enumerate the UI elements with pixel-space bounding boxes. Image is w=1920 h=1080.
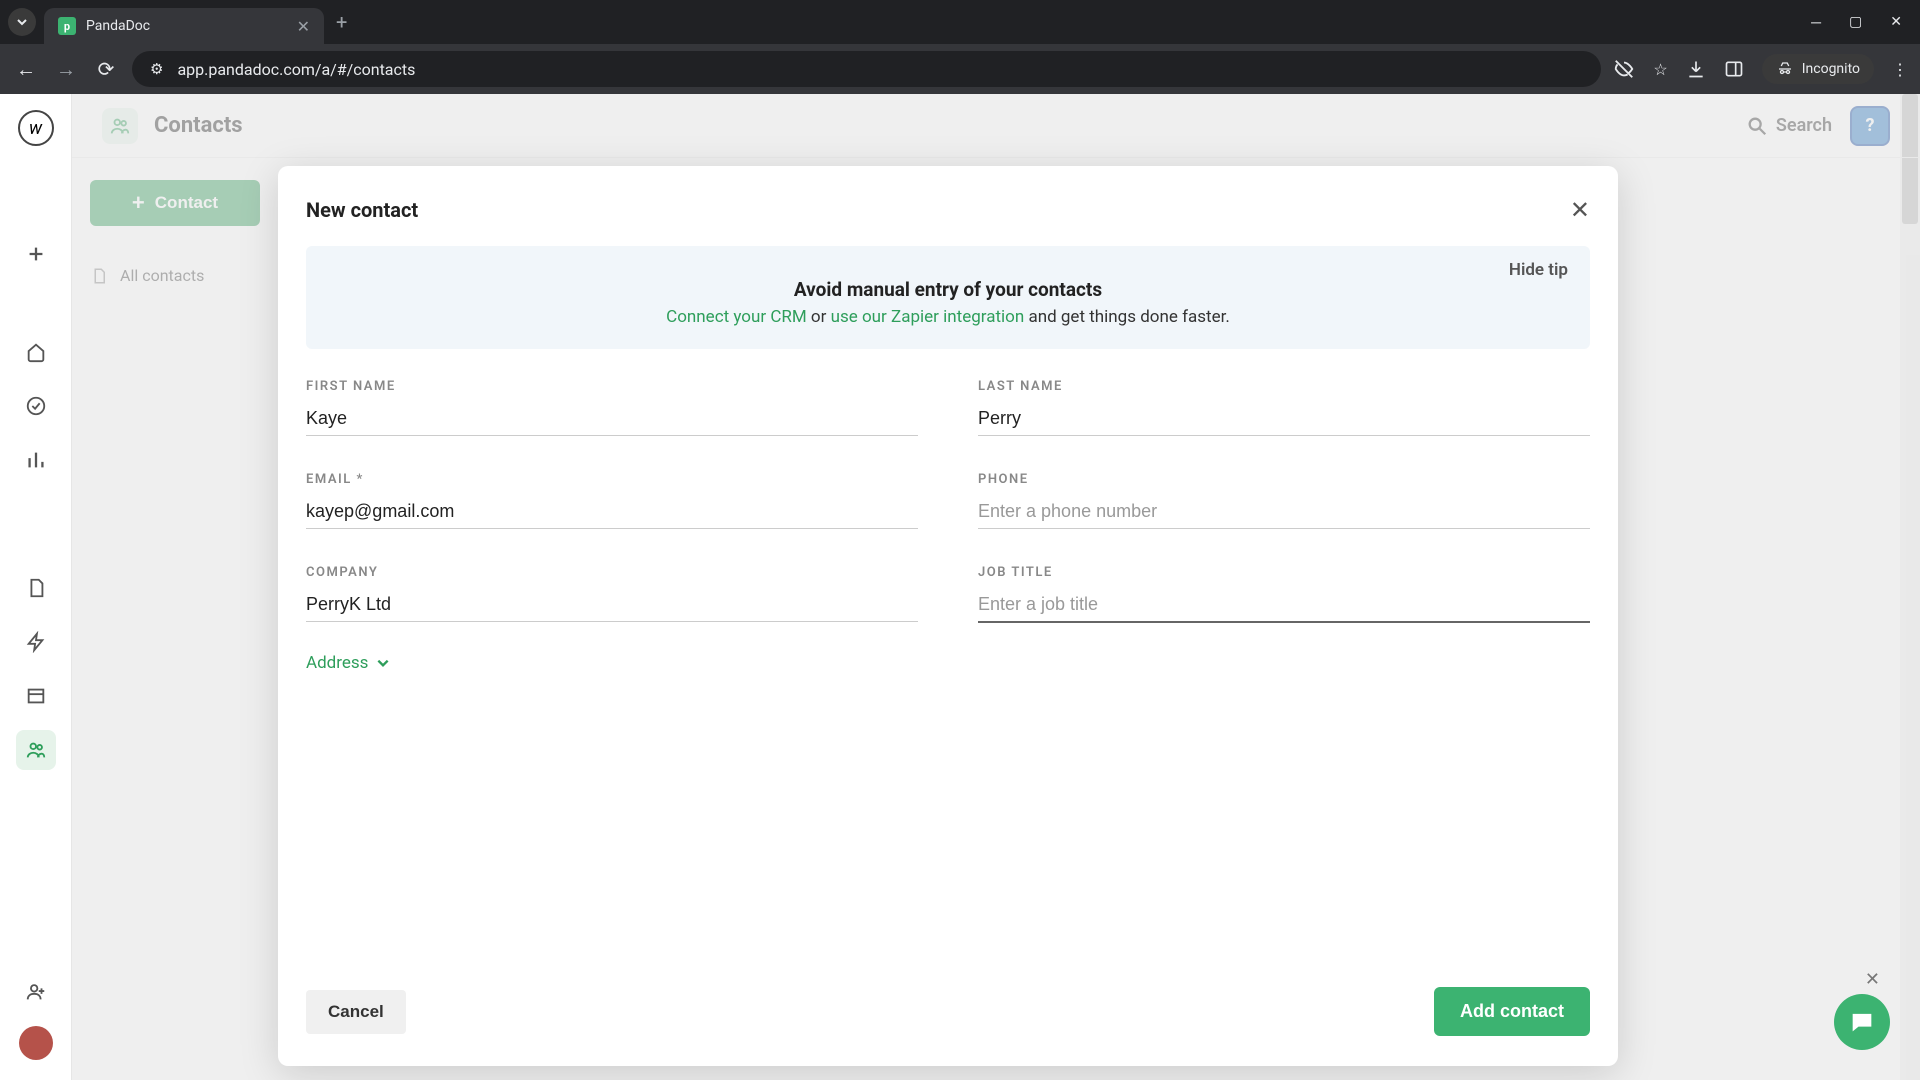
job-title-input[interactable] xyxy=(978,588,1590,623)
company-label: COMPANY xyxy=(306,565,918,580)
last-name-field: LAST NAME xyxy=(978,379,1590,436)
tab-favicon: p xyxy=(58,17,76,35)
rail-contacts-icon[interactable] xyxy=(16,730,56,770)
window-close-icon[interactable]: ✕ xyxy=(1890,14,1902,31)
cancel-button[interactable]: Cancel xyxy=(306,990,406,1034)
email-field: EMAIL * xyxy=(306,472,918,529)
new-contact-modal: New contact ✕ Hide tip Avoid manual entr… xyxy=(278,166,1618,1066)
phone-input[interactable] xyxy=(978,495,1590,529)
chat-icon xyxy=(1848,1008,1876,1036)
phone-label: PHONE xyxy=(978,472,1590,487)
last-name-input[interactable] xyxy=(978,402,1590,436)
window-maximize-icon[interactable]: ▢ xyxy=(1849,14,1862,31)
rail-new-icon[interactable] xyxy=(16,234,56,274)
company-field: COMPANY xyxy=(306,565,918,623)
address-bar: ← → ⟳ ⚙ app.pandadoc.com/a/#/contacts ☆ … xyxy=(0,44,1920,94)
user-avatar[interactable] xyxy=(19,1026,53,1060)
nav-reload-icon[interactable]: ⟳ xyxy=(92,57,120,81)
email-input[interactable] xyxy=(306,495,918,529)
rail-tasks-icon[interactable] xyxy=(16,386,56,426)
job-title-label: JOB TITLE xyxy=(978,565,1590,580)
incognito-chip[interactable]: Incognito xyxy=(1762,54,1874,84)
nav-back-icon[interactable]: ← xyxy=(12,57,40,82)
chat-close-icon[interactable]: ✕ xyxy=(1865,969,1880,990)
url-field[interactable]: ⚙ app.pandadoc.com/a/#/contacts xyxy=(132,51,1601,87)
phone-field: PHONE xyxy=(978,472,1590,529)
connect-crm-link[interactable]: Connect your CRM xyxy=(666,307,807,327)
add-contact-submit-button[interactable]: Add contact xyxy=(1434,987,1590,1036)
nav-rail: w xyxy=(0,94,72,1080)
tab-search-button[interactable] xyxy=(8,8,36,36)
job-title-field: JOB TITLE xyxy=(978,565,1590,623)
address-label: Address xyxy=(306,653,368,673)
address-toggle[interactable]: Address xyxy=(306,653,1590,673)
downloads-icon[interactable] xyxy=(1686,59,1706,79)
chat-fab[interactable] xyxy=(1834,994,1890,1050)
modal-title: New contact xyxy=(306,198,418,222)
rail-invite-icon[interactable] xyxy=(16,972,56,1012)
tab-close-icon[interactable]: ✕ xyxy=(297,17,310,36)
incognito-label: Incognito xyxy=(1802,61,1860,77)
rail-reports-icon[interactable] xyxy=(16,440,56,480)
url-text: app.pandadoc.com/a/#/contacts xyxy=(177,60,415,79)
rail-home-icon[interactable] xyxy=(16,332,56,372)
first-name-label: FIRST NAME xyxy=(306,379,918,394)
tab-strip: p PandaDoc ✕ + ─ ▢ ✕ xyxy=(0,0,1920,44)
last-name-label: LAST NAME xyxy=(978,379,1590,394)
bookmark-star-icon[interactable]: ☆ xyxy=(1653,60,1667,79)
site-settings-icon[interactable]: ⚙ xyxy=(150,60,163,78)
workspace-avatar[interactable]: w xyxy=(18,110,54,146)
browser-tab[interactable]: p PandaDoc ✕ xyxy=(44,8,324,44)
side-panel-icon[interactable] xyxy=(1724,59,1744,79)
first-name-input[interactable] xyxy=(306,402,918,436)
incognito-icon xyxy=(1776,60,1794,78)
zapier-link[interactable]: use our Zapier integration xyxy=(831,307,1025,327)
first-name-field: FIRST NAME xyxy=(306,379,918,436)
eye-off-icon[interactable] xyxy=(1613,58,1635,80)
window-minimize-icon[interactable]: ─ xyxy=(1811,14,1821,31)
hide-tip-link[interactable]: Hide tip xyxy=(1509,260,1568,280)
nav-forward-icon: → xyxy=(52,57,80,82)
tip-body: Connect your CRM or use our Zapier integ… xyxy=(334,307,1562,327)
new-tab-button[interactable]: + xyxy=(336,10,347,34)
browser-menu-icon[interactable]: ⋮ xyxy=(1892,60,1908,79)
rail-library-icon[interactable] xyxy=(16,676,56,716)
rail-templates-icon[interactable] xyxy=(16,622,56,662)
tip-panel: Hide tip Avoid manual entry of your cont… xyxy=(306,246,1590,349)
modal-close-icon[interactable]: ✕ xyxy=(1570,196,1590,224)
email-label: EMAIL * xyxy=(306,472,918,487)
tip-heading: Avoid manual entry of your contacts xyxy=(334,278,1562,301)
company-input[interactable] xyxy=(306,588,918,622)
chevron-down-icon xyxy=(376,656,390,670)
rail-documents-icon[interactable] xyxy=(16,568,56,608)
tab-title: PandaDoc xyxy=(86,18,287,34)
